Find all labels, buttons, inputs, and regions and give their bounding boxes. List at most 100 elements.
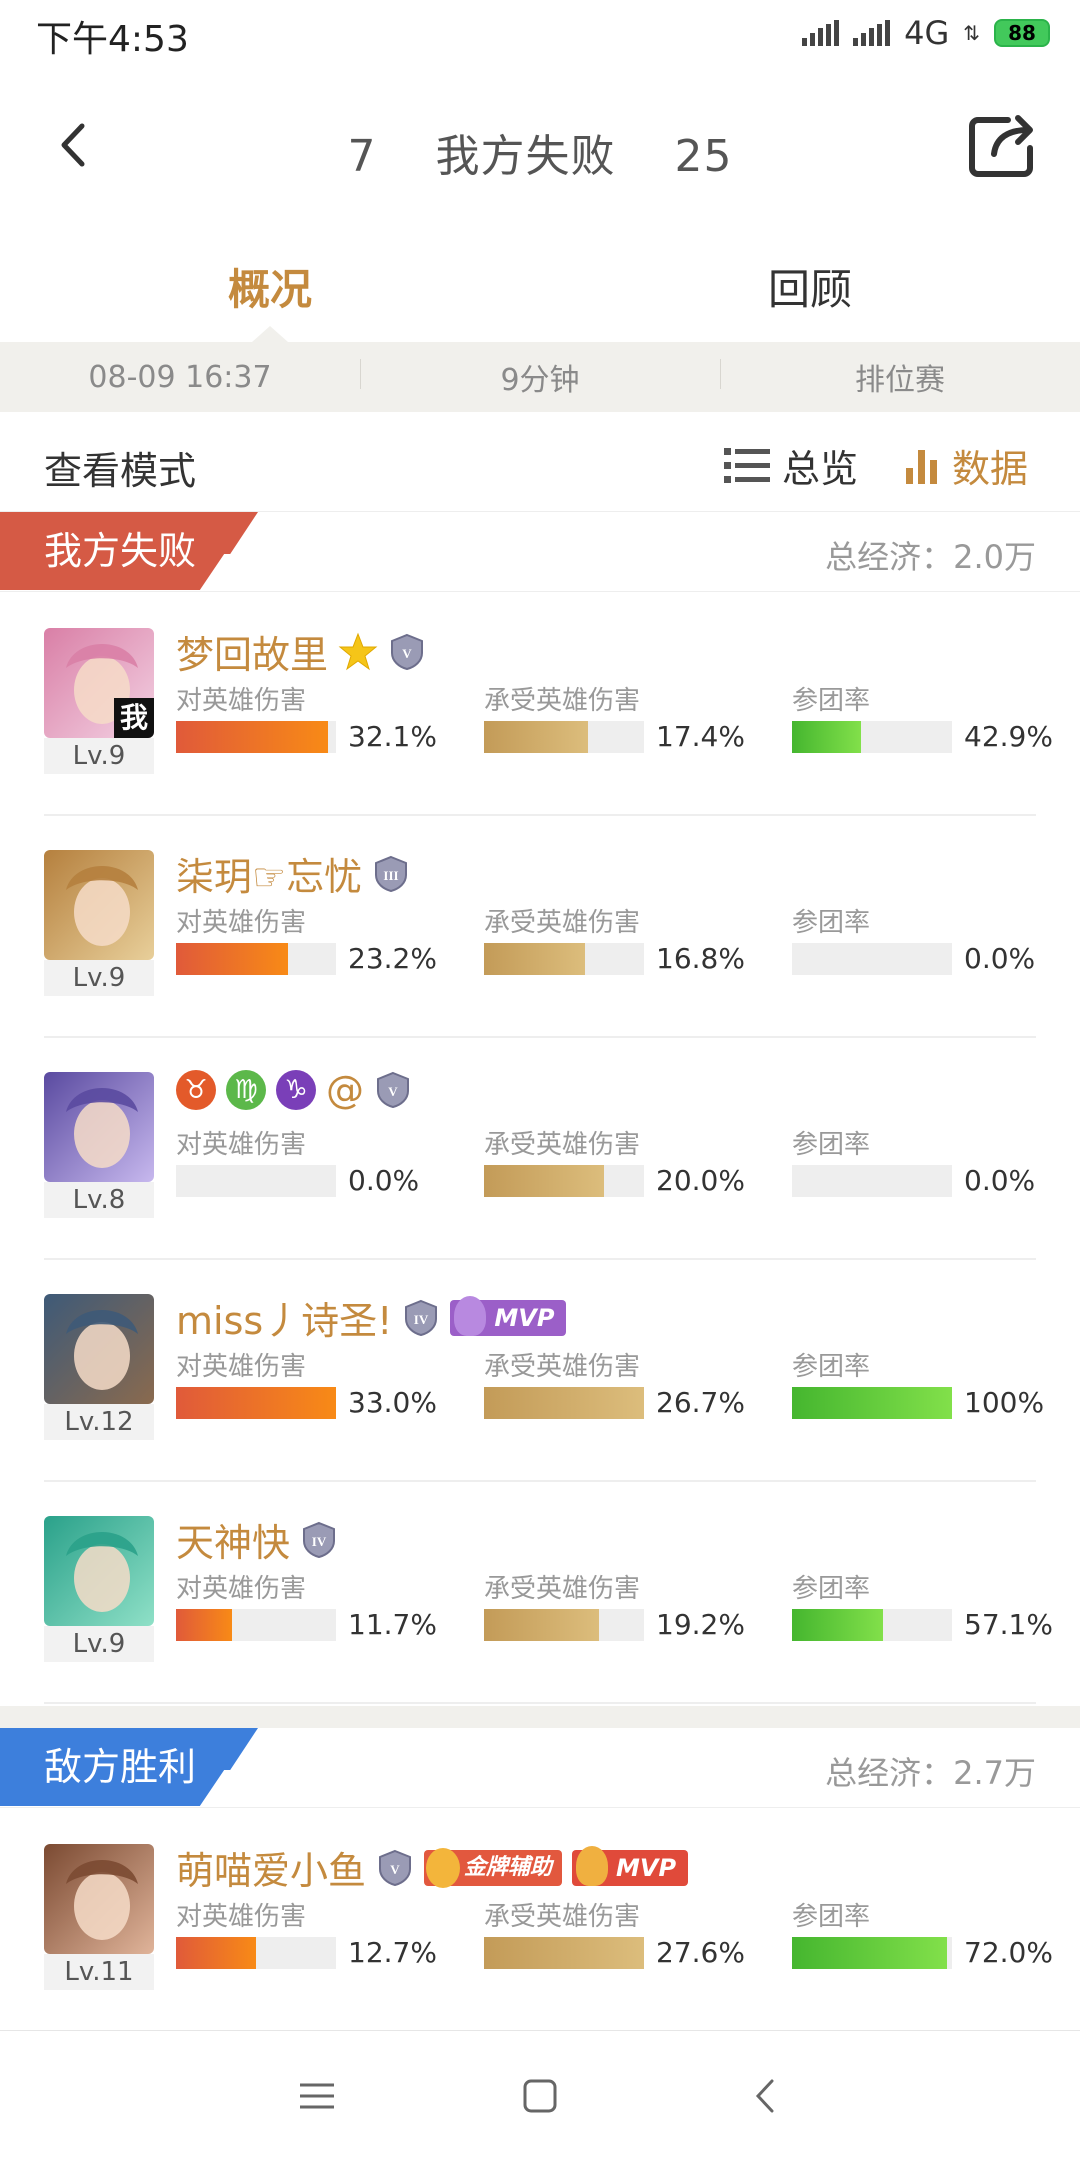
damage-dealt-value: 0.0% [348,1164,420,1197]
damage-dealt-bar [176,1608,336,1641]
damage-taken-bar-fill [484,1164,604,1197]
network-type: 4G [904,14,950,52]
damage-taken-bar [484,720,644,753]
participation-bar [792,942,952,975]
player-name-line: 柒玥☞忘忧 III [176,846,410,901]
damage-taken-stat: 承受英雄伤害 20.0% [484,1124,784,1197]
tab-indicator [252,326,288,342]
rank-badge-icon: IV [405,1299,438,1336]
damage-dealt-bar [176,1936,336,1969]
damage-taken-label: 承受英雄伤害 [484,686,641,716]
participation-label: 参团率 [792,686,871,716]
participation-bar [792,1386,952,1419]
view-mode-label: 查看模式 [44,449,197,493]
signal-icon-2 [853,20,891,46]
row-separator [44,1702,1036,1704]
our-team-economy: 总经济：2.0万 [825,538,1036,576]
participation-bar [792,720,952,753]
damage-dealt-label: 对英雄伤害 [176,1902,307,1932]
damage-dealt-label: 对英雄伤害 [176,1130,307,1160]
participation-stat: 参团率 42.9% [792,680,1080,753]
participation-value: 72.0% [964,1936,1053,1969]
participation-bar-fill [792,1386,952,1419]
damage-taken-value: 20.0% [656,1164,745,1197]
share-icon[interactable] [968,112,1038,178]
svg-text:III: III [383,868,398,883]
damage-dealt-stat: 对英雄伤害 11.7% [176,1568,476,1641]
our-kills: 7 [347,131,377,182]
data-mode-label: 数据 [952,447,1029,491]
damage-taken-bar [484,942,644,975]
data-mode-button[interactable]: 数据 [904,438,1028,493]
player-row[interactable]: Lv.12 miss丿诗圣! IV MVP 对英雄伤害 33.0% 承受英雄伤害 26.7% 参… [0,1260,1080,1482]
damage-dealt-value: 33.0% [348,1386,437,1419]
hero-avatar[interactable] [44,1516,154,1626]
back-icon[interactable] [742,2071,792,2121]
player-name: 梦回故里 [176,633,329,677]
menu-icon[interactable] [292,2071,342,2121]
damage-taken-bar [484,1608,644,1641]
damage-dealt-stat: 对英雄伤害 0.0% [176,1124,476,1197]
rank-badge-icon: V [379,1849,412,1886]
hero-avatar[interactable] [44,1072,154,1182]
tab-review[interactable]: 回顾 [710,256,910,317]
enemy-team-economy: 总经济：2.7万 [825,1754,1036,1792]
damage-dealt-value: 12.7% [348,1936,437,1969]
rank-badge-icon: V [391,633,424,670]
damage-dealt-stat: 对英雄伤害 32.1% [176,680,476,753]
damage-dealt-label: 对英雄伤害 [176,686,307,716]
participation-value: 0.0% [964,942,1036,975]
header: 7 我方失败 25 [0,70,1080,230]
signal-icon [802,20,840,46]
player-name: @ [326,1068,364,1112]
overview-mode-button[interactable]: 总览 [724,438,858,493]
player-row[interactable]: Lv.8 ♉ ♍ ♑ @ V 对英雄伤害 0.0% 承受英雄伤害 20.0% 参团率 0.0% [0,1038,1080,1260]
hero-avatar[interactable]: 我 [44,628,154,738]
hero-level: Lv.9 [44,960,154,996]
damage-dealt-stat: 对英雄伤害 23.2% [176,902,476,975]
damage-dealt-bar-fill [176,1386,336,1419]
player-row[interactable]: Lv.9 天神快 IV 对英雄伤害 11.7% 承受英雄伤害 19.2% 参团率 57.1% [0,1482,1080,1704]
damage-dealt-bar [176,720,336,753]
damage-dealt-label: 对英雄伤害 [176,908,307,938]
damage-dealt-bar [176,1164,336,1197]
hero-avatar[interactable] [44,850,154,960]
damage-dealt-label: 对英雄伤害 [176,1352,307,1382]
status-icons: 4G ⇅ 88 [802,14,1050,52]
participation-stat: 参团率 100% [792,1346,1080,1419]
player-name: miss丿诗圣! [176,1299,393,1343]
damage-dealt-bar [176,942,336,975]
player-row[interactable]: Lv.11 萌喵爱小鱼 V 金牌辅助 MVP 对英雄伤害 12.7% 承受英雄伤害 27.6% 参… [0,1810,1080,2032]
me-badge: 我 [114,698,154,738]
participation-value: 42.9% [964,720,1053,753]
damage-taken-label: 承受英雄伤害 [484,1130,641,1160]
match-mode: 排位赛 [720,355,1080,399]
player-name-line: 天神快 IV [176,1512,338,1567]
match-datetime: 08-09 16:37 [88,359,272,395]
home-icon[interactable] [515,2071,565,2121]
player-row[interactable]: 我 Lv.9 梦回故里 V 对英雄伤害 32.1% 承受英雄伤害 17.4% 参团率 42.9% [0,594,1080,816]
section-divider [0,1706,1080,1728]
participation-stat: 参团率 0.0% [792,1124,1080,1197]
participation-value: 100% [964,1386,1045,1419]
svg-text:V: V [402,646,412,661]
hero-portrait-icon [44,1844,154,1954]
damage-dealt-label: 对英雄伤害 [176,1574,307,1604]
mvp-badge: MVP [450,1295,567,1336]
damage-dealt-bar-fill [176,942,288,975]
rank-badge-icon: IV [303,1521,336,1558]
list-icon [724,447,770,483]
hero-avatar[interactable] [44,1294,154,1404]
participation-bar [792,1164,952,1197]
hero-avatar[interactable] [44,1844,154,1954]
player-name: 萌喵爱小鱼 [176,1849,367,1893]
damage-taken-stat: 承受英雄伤害 19.2% [484,1568,784,1641]
damage-taken-bar-fill [484,1608,599,1641]
zodiac-icon: ♉ [176,1070,216,1110]
tab-overview[interactable]: 概况 [170,256,370,317]
damage-dealt-value: 23.2% [348,942,437,975]
damage-taken-bar [484,1386,644,1419]
player-row[interactable]: Lv.9 柒玥☞忘忧 III 对英雄伤害 23.2% 承受英雄伤害 16.8% 参团率 0.0% [0,816,1080,1038]
svg-text:IV: IV [312,1534,327,1549]
participation-bar-fill [792,1608,883,1641]
